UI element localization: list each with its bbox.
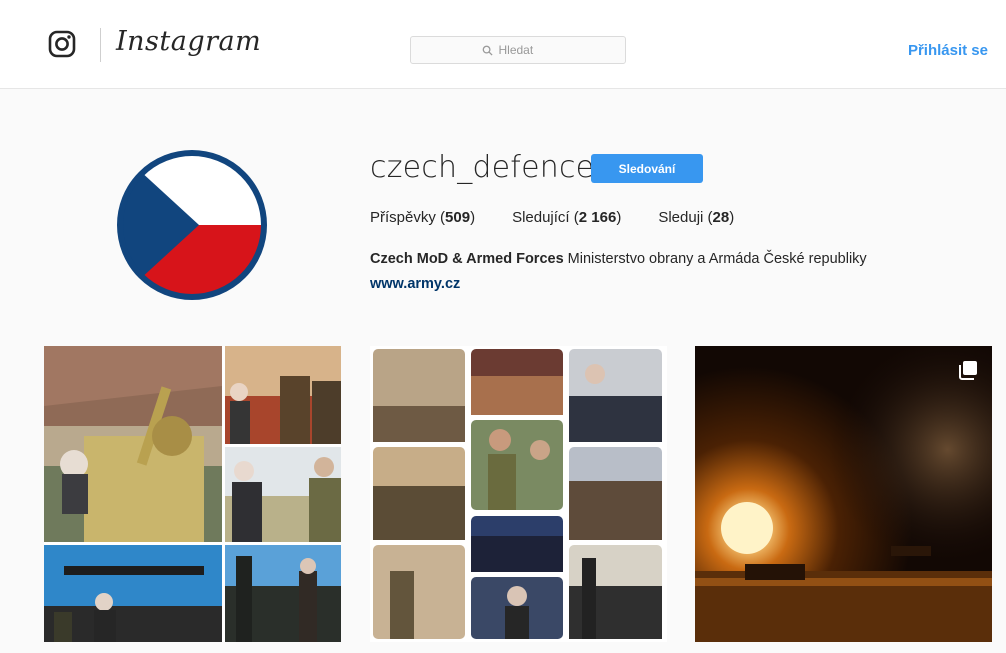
post-thumbnail-3[interactable] [695, 346, 992, 642]
search-box[interactable] [410, 36, 626, 64]
profile-avatar[interactable] [115, 148, 269, 302]
profile-username: czech_defence [370, 150, 595, 185]
profile-website-link[interactable]: www.army.cz [370, 276, 460, 292]
instagram-logo-wordmark[interactable]: Instagram [116, 26, 261, 57]
instagram-camera-icon[interactable] [48, 30, 76, 58]
search-icon [482, 45, 493, 56]
profile-bio: Czech MoD & Armed Forces Ministerstvo ob… [370, 251, 867, 267]
multiple-photos-icon [959, 361, 977, 380]
stat-followers[interactable]: Sledující (2 166) [512, 209, 621, 226]
top-navigation-bar: Instagram Přihlásit se [0, 0, 1006, 89]
bio-description: Ministerstvo obrany a Armáda České repub… [567, 251, 867, 267]
stat-following[interactable]: Sleduji (28) [658, 209, 734, 226]
military-collage-image [44, 346, 341, 642]
bio-full-name: Czech MoD & Armed Forces [370, 251, 564, 267]
brand-divider [100, 28, 101, 62]
search-input[interactable] [498, 43, 555, 57]
stat-posts[interactable]: Příspěvky (509) [370, 209, 475, 226]
profile-stats: Příspěvky (509) Sledující (2 166) Sleduj… [370, 209, 734, 226]
post-thumbnail-1[interactable] [44, 346, 341, 642]
login-link[interactable]: Přihlásit se [908, 42, 988, 59]
post-thumbnail-2[interactable] [370, 346, 667, 642]
follow-button[interactable]: Sledování [591, 154, 703, 183]
photo-grid-collage-image [370, 346, 667, 642]
night-fire-photo-image [695, 346, 992, 642]
